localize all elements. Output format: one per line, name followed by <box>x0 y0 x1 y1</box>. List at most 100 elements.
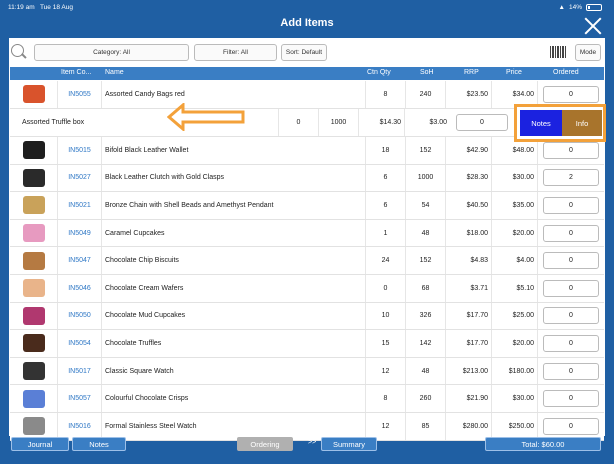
quantity-input[interactable]: 0 <box>543 334 599 352</box>
item-code[interactable]: IN5047 <box>58 247 102 274</box>
quantity-input[interactable]: 0 <box>543 252 599 270</box>
item-price: $30.00 <box>492 164 538 192</box>
item-rrp: $17.70 <box>446 330 492 357</box>
quantity-input[interactable]: 0 <box>543 307 599 325</box>
item-code[interactable]: IN5017 <box>58 357 102 385</box>
swiped-item-ctn: 0 <box>278 109 318 136</box>
item-thumbnail <box>22 417 45 436</box>
close-button[interactable] <box>582 15 604 37</box>
summary-button[interactable]: Summary <box>321 437 377 451</box>
table-row[interactable]: IN5054 Chocolate Truffles 15 142 $17.70 $20.0… <box>10 330 604 358</box>
item-rrp: $4.83 <box>446 247 492 274</box>
info-action-button[interactable]: Info <box>562 110 602 136</box>
item-code[interactable]: IN5021 <box>58 192 102 219</box>
item-price: $25.00 <box>492 302 538 330</box>
quantity-input[interactable]: 2 <box>543 169 599 187</box>
col-name[interactable]: Name <box>105 69 124 76</box>
item-ctn-qty: 0 <box>366 275 406 302</box>
quantity-input[interactable]: 0 <box>543 279 599 297</box>
item-ordered-cell: 0 <box>538 303 604 330</box>
item-price: $180.00 <box>492 357 538 385</box>
item-image-cell <box>10 275 58 302</box>
quantity-input[interactable]: 0 <box>543 224 599 242</box>
item-image-cell <box>10 192 58 219</box>
swiped-item-soh: 1000 <box>318 109 358 136</box>
search-icon[interactable] <box>11 44 27 60</box>
item-rrp: $3.71 <box>446 275 492 302</box>
total-display: Total: $60.00 <box>485 437 601 451</box>
journal-button[interactable]: Journal <box>11 437 69 451</box>
status-time: 11:19 am <box>8 4 35 11</box>
quantity-input[interactable]: 0 <box>543 390 599 408</box>
swiped-row[interactable]: Assorted Truffle box 0 1000 $14.30 $3.00… <box>10 104 606 142</box>
swiped-item-quantity-input[interactable]: 0 <box>456 114 508 131</box>
item-rrp: $213.00 <box>446 357 492 385</box>
table-row[interactable]: IN5046 Chocolate Cream Wafers 0 68 $3.71 $5.1… <box>10 275 604 303</box>
table-row[interactable]: IN5049 Caramel Cupcakes 1 48 $18.00 $20.00 0 <box>10 219 604 248</box>
status-right: ▲ 14% <box>559 4 602 11</box>
ordering-button[interactable]: Ordering <box>237 437 293 451</box>
table-row[interactable]: IN5047 Chocolate Chip Biscuits 24 152 $4.83 $… <box>10 247 604 275</box>
item-ordered-cell: 0 <box>538 275 604 302</box>
filter-button[interactable]: Filter: All <box>194 44 277 61</box>
item-code[interactable]: IN5050 <box>58 302 102 330</box>
status-left: 11:19 am Tue 18 Aug <box>8 4 73 11</box>
item-rrp: $40.50 <box>446 192 492 219</box>
item-rrp: $21.90 <box>446 385 492 412</box>
item-thumbnail <box>22 196 45 215</box>
item-ordered-cell: 0 <box>538 247 604 274</box>
col-ordered[interactable]: Ordered <box>553 69 579 76</box>
quantity-input[interactable]: 0 <box>543 85 599 103</box>
table-row[interactable]: IN5027 Black Leather Clutch with Gold Cla… <box>10 164 604 193</box>
item-soh: 326 <box>406 302 446 330</box>
table-row[interactable]: IN5021 Bronze Chain with Shell Beads and … <box>10 192 604 220</box>
table-row[interactable]: IN5017 Classic Square Watch 12 48 $213.00 $18… <box>10 357 604 386</box>
item-soh: 152 <box>406 247 446 274</box>
item-ctn-qty: 6 <box>366 164 406 192</box>
item-ordered-cell: 0 <box>538 385 604 412</box>
item-ctn-qty: 24 <box>366 247 406 274</box>
table-row[interactable]: IN5057 Colourful Chocolate Crisps 8 260 $21.… <box>10 385 604 413</box>
item-rrp: $23.50 <box>446 81 492 108</box>
item-soh: 152 <box>406 137 446 164</box>
item-soh: 240 <box>406 81 446 108</box>
barcode-icon[interactable] <box>550 46 566 58</box>
col-item-code[interactable]: Item Co... <box>61 69 91 76</box>
item-image-cell <box>10 385 58 412</box>
quantity-input[interactable]: 0 <box>543 196 599 214</box>
item-name: Classic Square Watch <box>102 357 366 385</box>
item-rrp: $42.90 <box>446 137 492 164</box>
item-code[interactable]: IN5049 <box>58 219 102 247</box>
category-filter-button[interactable]: Category: All <box>34 44 189 61</box>
notes-action-button[interactable]: Notes <box>520 110 562 136</box>
item-name: Chocolate Truffles <box>102 330 366 357</box>
item-thumbnail <box>22 306 45 325</box>
item-code[interactable]: IN5027 <box>58 164 102 192</box>
quantity-input[interactable]: 0 <box>543 417 599 435</box>
item-code[interactable]: IN5054 <box>58 330 102 357</box>
quantity-input[interactable]: 0 <box>543 141 599 159</box>
item-image-cell <box>10 219 58 247</box>
item-name: Chocolate Chip Biscuits <box>102 247 366 274</box>
item-code[interactable]: IN5046 <box>58 275 102 302</box>
item-image-cell <box>10 247 58 274</box>
item-soh: 54 <box>406 192 446 219</box>
item-code[interactable]: IN5015 <box>58 137 102 164</box>
sort-button[interactable]: Sort: Default <box>281 44 327 61</box>
col-ctn-qty[interactable]: Ctn Qty <box>367 69 391 76</box>
col-rrp[interactable]: RRP <box>464 69 479 76</box>
mode-button[interactable]: Mode <box>575 44 601 61</box>
col-soh[interactable]: SoH <box>420 69 434 76</box>
battery-percent: 14% <box>568 4 582 11</box>
item-image-cell <box>10 164 58 192</box>
table-row[interactable]: IN5050 Chocolate Mud Cupcakes 10 326 $17.70 $… <box>10 302 604 331</box>
swiped-item-price: $3.00 <box>404 109 450 136</box>
col-price[interactable]: Price <box>506 69 522 76</box>
notes-button[interactable]: Notes <box>72 437 126 451</box>
item-code[interactable]: IN5057 <box>58 385 102 412</box>
item-soh: 48 <box>406 357 446 385</box>
item-ctn-qty: 8 <box>366 385 406 412</box>
quantity-input[interactable]: 0 <box>543 362 599 380</box>
item-code[interactable]: IN5055 <box>58 81 102 108</box>
items-panel: Category: All Filter: All Sort: Default … <box>9 38 606 441</box>
